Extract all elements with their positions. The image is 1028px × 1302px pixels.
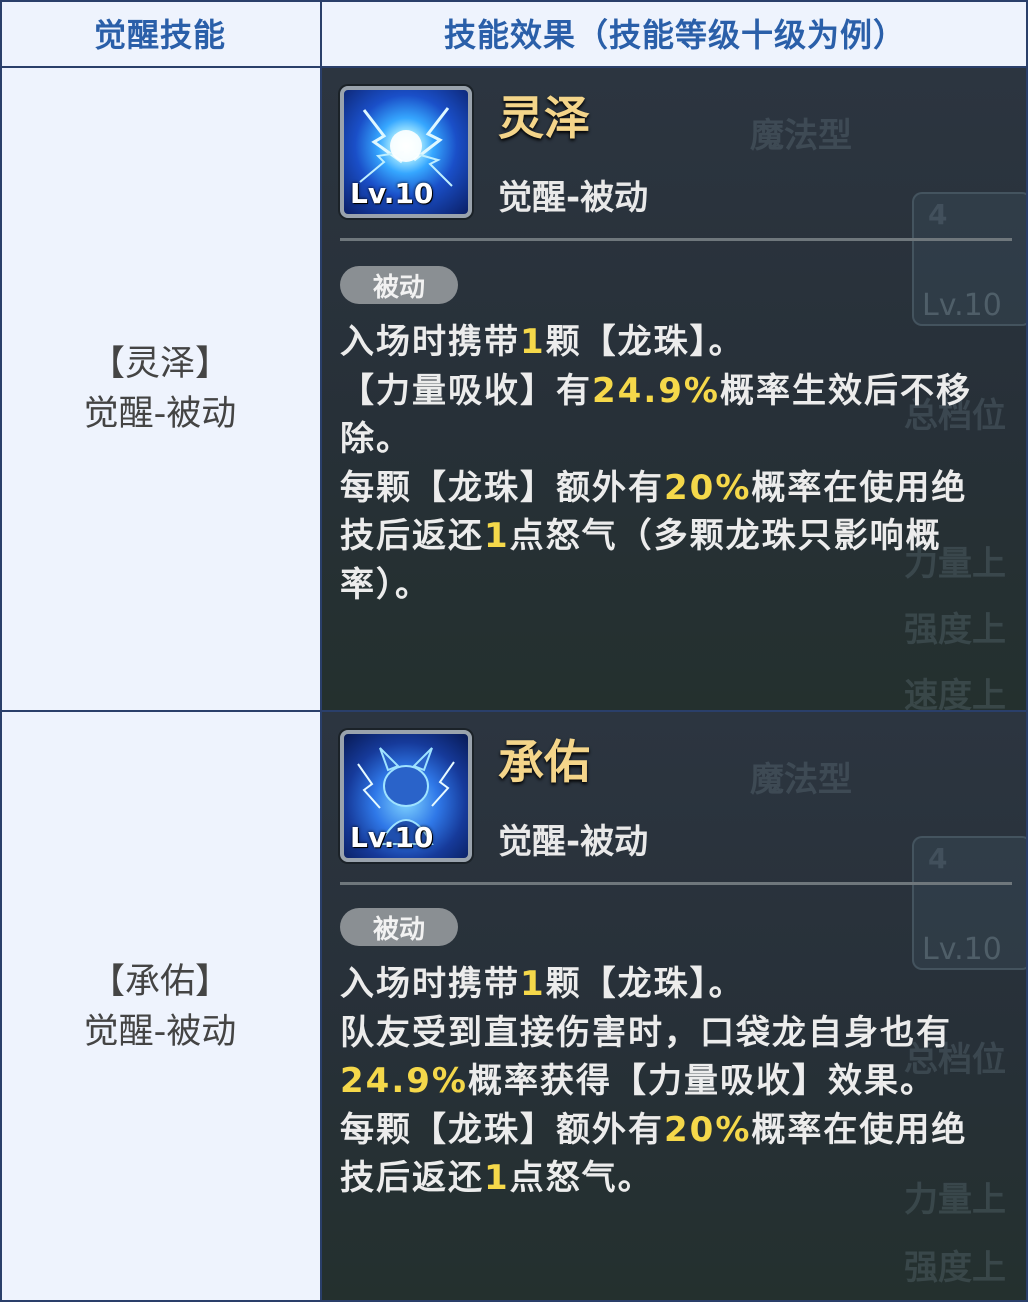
header-skill-effect: 技能效果（技能等级十级为例） bbox=[322, 0, 1028, 66]
bg-magic-type-text: 魔法型 bbox=[750, 760, 852, 800]
desc-text: 入场时携带 bbox=[340, 322, 520, 362]
bg-badge-number: 4 bbox=[928, 198, 948, 231]
desc-line: 技后返还1点怒气（多颗龙珠只影响概 bbox=[340, 512, 1008, 561]
desc-line: 【力量吸收】有24.9%概率生效后不移 bbox=[340, 367, 1008, 416]
desc-text: 入场时携带 bbox=[340, 964, 520, 1004]
skill-type: 觉醒-被动 bbox=[498, 822, 649, 862]
desc-line: 除。 bbox=[340, 415, 1008, 464]
desc-highlight: 1 bbox=[484, 516, 510, 556]
card-divider bbox=[340, 882, 1012, 885]
bg-text-3: 强度上 bbox=[904, 1248, 1006, 1288]
desc-line: 每颗【龙珠】额外有20%概率在使用绝 bbox=[340, 1106, 1008, 1155]
row-2-skill-type: 觉醒-被动 bbox=[83, 1012, 237, 1052]
skill-title: 承佑 bbox=[498, 735, 590, 789]
desc-text: 技后返还 bbox=[340, 1158, 484, 1198]
passive-badge: 被动 bbox=[340, 266, 458, 304]
row-2-skill-name: 【承佑】 bbox=[89, 962, 230, 1002]
level-label: Lv.10 bbox=[350, 821, 434, 854]
desc-text: 技后返还 bbox=[340, 516, 484, 556]
passive-badge: 被动 bbox=[340, 908, 458, 946]
desc-highlight: 24.9% bbox=[340, 1061, 468, 1101]
desc-line: 24.9%概率获得【力量吸收】效果。 bbox=[340, 1057, 1008, 1106]
desc-text: 颗【龙珠】。 bbox=[545, 322, 745, 362]
bg-text-3: 强度上 bbox=[904, 610, 1006, 650]
desc-highlight: 20% bbox=[664, 467, 752, 508]
row-1-skill-name: 【灵泽】 bbox=[89, 344, 230, 384]
dragon-silhouette-icon: Lv.10 bbox=[340, 730, 472, 862]
desc-text: 队友受到直接伤害时，口袋龙自身也有 bbox=[340, 1012, 952, 1053]
desc-highlight: 24.9% bbox=[592, 370, 720, 411]
bg-badge-number: 4 bbox=[928, 842, 948, 875]
desc-text: 概率在使用绝 bbox=[751, 467, 968, 508]
desc-line: 队友受到直接伤害时，口袋龙自身也有 bbox=[340, 1009, 1008, 1058]
desc-line: 入场时携带1颗【龙珠】。 bbox=[340, 960, 1008, 1009]
skill-description: 入场时携带1颗【龙珠】。 队友受到直接伤害时，口袋龙自身也有 24.9%概率获得… bbox=[340, 960, 1008, 1203]
row-2-skill-card: 魔法型 4 Lv.10 总档位 力量上 强度上 Lv.10 承佑 觉醒-被动 被… bbox=[322, 712, 1028, 1302]
row-1-skill-type: 觉醒-被动 bbox=[83, 394, 237, 434]
desc-line: 率）。 bbox=[340, 561, 1008, 610]
card-divider bbox=[340, 238, 1012, 241]
desc-text: 概率生效后不移 bbox=[719, 370, 972, 411]
desc-text: 颗【龙珠】。 bbox=[545, 964, 745, 1004]
desc-highlight: 1 bbox=[484, 1158, 510, 1198]
skill-type: 觉醒-被动 bbox=[498, 178, 649, 218]
desc-text: 每颗【龙珠】额外有 bbox=[340, 467, 664, 508]
row-1-skill-cell: 【灵泽】 觉醒-被动 bbox=[0, 68, 322, 710]
lightning-orb-icon: Lv.10 bbox=[340, 86, 472, 218]
desc-highlight: 1 bbox=[520, 964, 546, 1004]
desc-text: 点怒气。 bbox=[509, 1158, 654, 1198]
desc-highlight: 20% bbox=[664, 1109, 752, 1150]
desc-line: 技后返还1点怒气。 bbox=[340, 1154, 1008, 1203]
bg-magic-type-text: 魔法型 bbox=[750, 116, 852, 156]
desc-line: 每颗【龙珠】额外有20%概率在使用绝 bbox=[340, 464, 1008, 513]
desc-text: 【力量吸收】有 bbox=[340, 370, 592, 411]
level-label: Lv.10 bbox=[350, 177, 434, 210]
desc-text: 点怒气（多颗龙珠只影响概 bbox=[509, 516, 942, 556]
bg-text-4: 速度上 bbox=[904, 676, 1006, 710]
desc-text: 概率在使用绝 bbox=[751, 1109, 968, 1150]
desc-highlight: 1 bbox=[520, 322, 546, 362]
skill-title: 灵泽 bbox=[498, 91, 590, 145]
desc-text: 除。 bbox=[340, 419, 412, 459]
row-1-skill-card: 魔法型 4 Lv.10 总档位 力量上 强度上 速度上 Lv.10 灵泽 觉醒-… bbox=[322, 68, 1028, 710]
desc-text: 每颗【龙珠】额外有 bbox=[340, 1109, 664, 1150]
desc-text: 概率获得【力量吸收】效果。 bbox=[467, 1061, 936, 1101]
row-2-skill-cell: 【承佑】 觉醒-被动 bbox=[0, 712, 322, 1302]
skill-table: 觉醒技能 技能效果（技能等级十级为例） 【灵泽】 觉醒-被动 魔法型 4 Lv.… bbox=[0, 0, 1028, 1302]
desc-line: 入场时携带1颗【龙珠】。 bbox=[340, 318, 1008, 367]
desc-text: 率）。 bbox=[340, 564, 431, 605]
header-awaken-skill: 觉醒技能 bbox=[0, 0, 322, 66]
skill-description: 入场时携带1颗【龙珠】。 【力量吸收】有24.9%概率生效后不移 除。 每颗【龙… bbox=[340, 318, 1008, 609]
